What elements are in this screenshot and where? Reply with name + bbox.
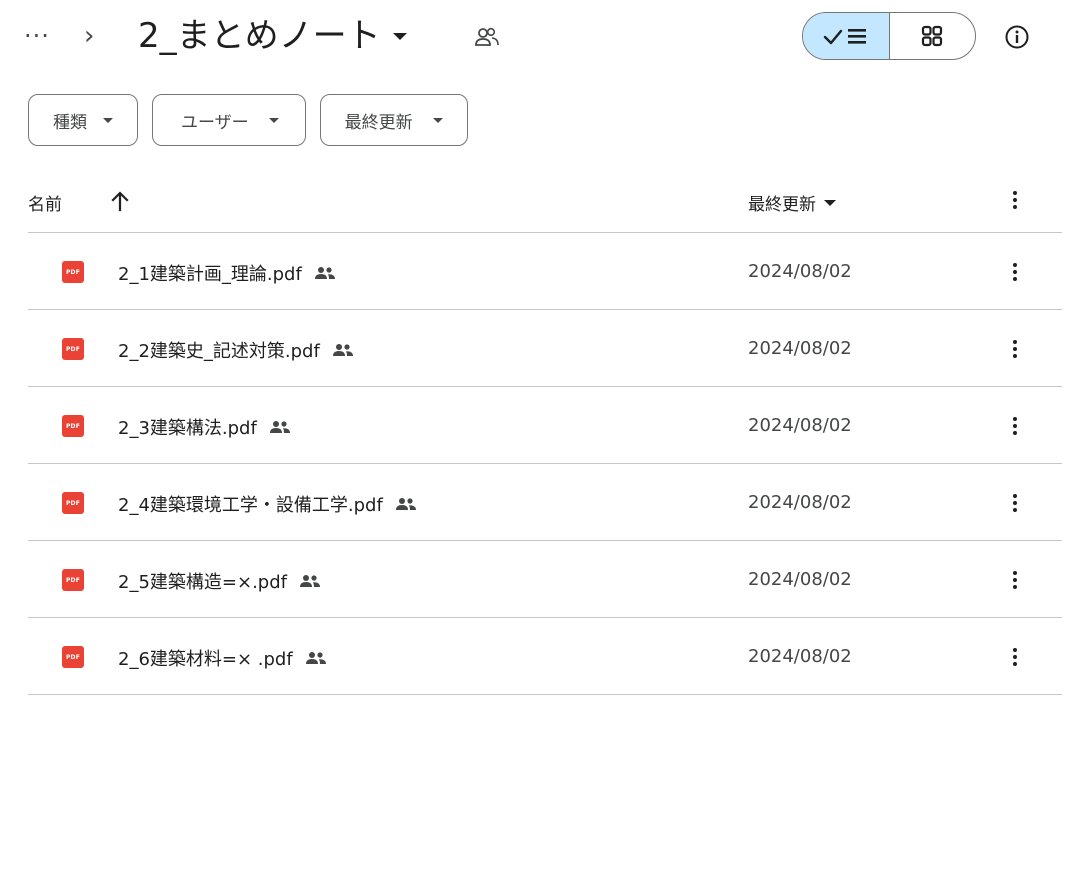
- more-vert-icon: [1013, 263, 1017, 281]
- file-name: 2_2建築史_記述対策.pdf: [118, 341, 320, 362]
- file-row[interactable]: PDF 2_1建築計画_理論.pdf 2024/08/02: [28, 234, 1062, 310]
- file-name: 2_3建築構法.pdf: [118, 418, 257, 439]
- row-more-button[interactable]: [1008, 260, 1022, 288]
- file-modified-date: 2024/08/02: [748, 415, 852, 436]
- divider: [28, 386, 1062, 387]
- pdf-icon: PDF: [62, 569, 84, 591]
- pdf-icon: PDF: [62, 261, 84, 283]
- list-view-button[interactable]: [803, 13, 890, 59]
- caret-down-icon: [268, 117, 279, 123]
- filter-bar: 種類 ユーザー 最終更新: [28, 94, 468, 146]
- file-row[interactable]: PDF 2_2建築史_記述対策.pdf 2024/08/02: [28, 311, 1062, 387]
- shared-icon: [395, 497, 417, 511]
- row-more-button[interactable]: [1008, 491, 1022, 519]
- file-modified-date: 2024/08/02: [748, 569, 852, 590]
- divider: [28, 540, 1062, 541]
- row-more-button[interactable]: [1008, 645, 1022, 673]
- shared-icon: [269, 420, 291, 434]
- filter-type-label: 種類: [53, 112, 87, 133]
- divider: [28, 463, 1062, 464]
- filter-type-chip[interactable]: 種類: [28, 94, 138, 146]
- grid-view-button[interactable]: [890, 13, 976, 59]
- more-vert-icon: [1013, 191, 1017, 209]
- shared-icon: [314, 266, 336, 280]
- header-bar: ··· › 2_まとめノート: [0, 0, 1080, 80]
- divider: [28, 232, 1062, 233]
- row-more-button[interactable]: [1008, 414, 1022, 442]
- file-name: 2_4建築環境工学・設備工学.pdf: [118, 495, 383, 516]
- filter-user-label: ユーザー: [181, 112, 249, 133]
- file-name: 2_1建築計画_理論.pdf: [118, 264, 302, 285]
- divider: [28, 309, 1062, 310]
- column-header-row: 名前 最終更新: [0, 172, 1080, 232]
- caret-down-icon: [103, 117, 113, 123]
- filter-user-chip[interactable]: ユーザー: [152, 94, 306, 146]
- info-button[interactable]: [1004, 24, 1030, 50]
- file-name: 2_6建築材料=× .pdf: [118, 649, 293, 670]
- column-modified-header[interactable]: 最終更新: [748, 190, 836, 215]
- shared-icon: [332, 343, 354, 357]
- file-modified-date: 2024/08/02: [748, 646, 852, 667]
- shared-folder-icon: [474, 26, 500, 52]
- arrow-up-icon: [111, 191, 129, 212]
- shared-icon: [299, 574, 321, 588]
- column-options-button[interactable]: [1008, 188, 1022, 216]
- row-more-button[interactable]: [1008, 337, 1022, 365]
- file-modified-date: 2024/08/02: [748, 492, 852, 513]
- filter-modified-label: 最終更新: [344, 112, 413, 133]
- file-row[interactable]: PDF 2_5建築構造=×.pdf 2024/08/02: [28, 542, 1062, 618]
- pdf-icon: PDF: [62, 415, 84, 437]
- file-modified-date: 2024/08/02: [748, 261, 852, 282]
- folder-title-button[interactable]: 2_まとめノート: [138, 14, 407, 58]
- folder-name: 2_まとめノート: [138, 16, 381, 56]
- caret-down-icon: [432, 117, 443, 123]
- more-vert-icon: [1013, 417, 1017, 435]
- more-vert-icon: [1013, 340, 1017, 358]
- pdf-icon: PDF: [62, 492, 84, 514]
- column-name-header[interactable]: 名前: [28, 190, 62, 215]
- file-row[interactable]: PDF 2_4建築環境工学・設備工学.pdf 2024/08/02: [28, 465, 1062, 541]
- divider: [28, 694, 1062, 695]
- shared-icon: [305, 651, 327, 665]
- grid-icon: [922, 25, 943, 47]
- pdf-icon: PDF: [62, 338, 84, 360]
- caret-down-icon: [824, 199, 836, 206]
- more-vert-icon: [1013, 571, 1017, 589]
- divider: [28, 617, 1062, 618]
- breadcrumb-separator: ›: [84, 21, 95, 51]
- view-toggle: [802, 12, 976, 60]
- file-modified-date: 2024/08/02: [748, 338, 852, 359]
- info-icon: [1005, 25, 1029, 49]
- file-row[interactable]: PDF 2_6建築材料=× .pdf 2024/08/02: [28, 619, 1062, 695]
- column-modified-label: 最終更新: [748, 195, 816, 215]
- more-vert-icon: [1013, 648, 1017, 666]
- row-more-button[interactable]: [1008, 568, 1022, 596]
- check-list-icon: [823, 29, 866, 45]
- pdf-icon: PDF: [62, 646, 84, 668]
- sort-ascending-button[interactable]: [110, 190, 130, 216]
- filter-modified-chip[interactable]: 最終更新: [319, 94, 468, 146]
- caret-down-icon: [392, 32, 407, 40]
- more-vert-icon: [1013, 494, 1017, 512]
- file-name: 2_5建築構造=×.pdf: [118, 572, 287, 593]
- file-row[interactable]: PDF 2_3建築構法.pdf 2024/08/02: [28, 388, 1062, 464]
- breadcrumb-more-button[interactable]: ···: [24, 22, 50, 50]
